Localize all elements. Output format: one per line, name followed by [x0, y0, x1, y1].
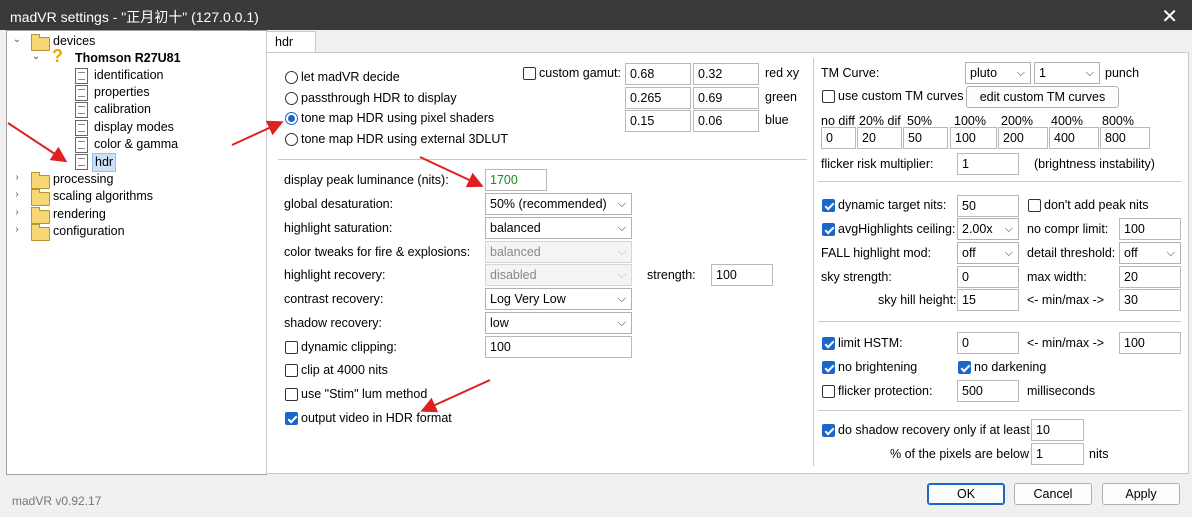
arrow-annotation: [419, 156, 484, 188]
arrow-annotation: [7, 122, 68, 163]
arrow-annotation: [420, 379, 491, 413]
annotation-arrows: [7, 120, 491, 413]
arrow-annotation: [231, 120, 284, 146]
